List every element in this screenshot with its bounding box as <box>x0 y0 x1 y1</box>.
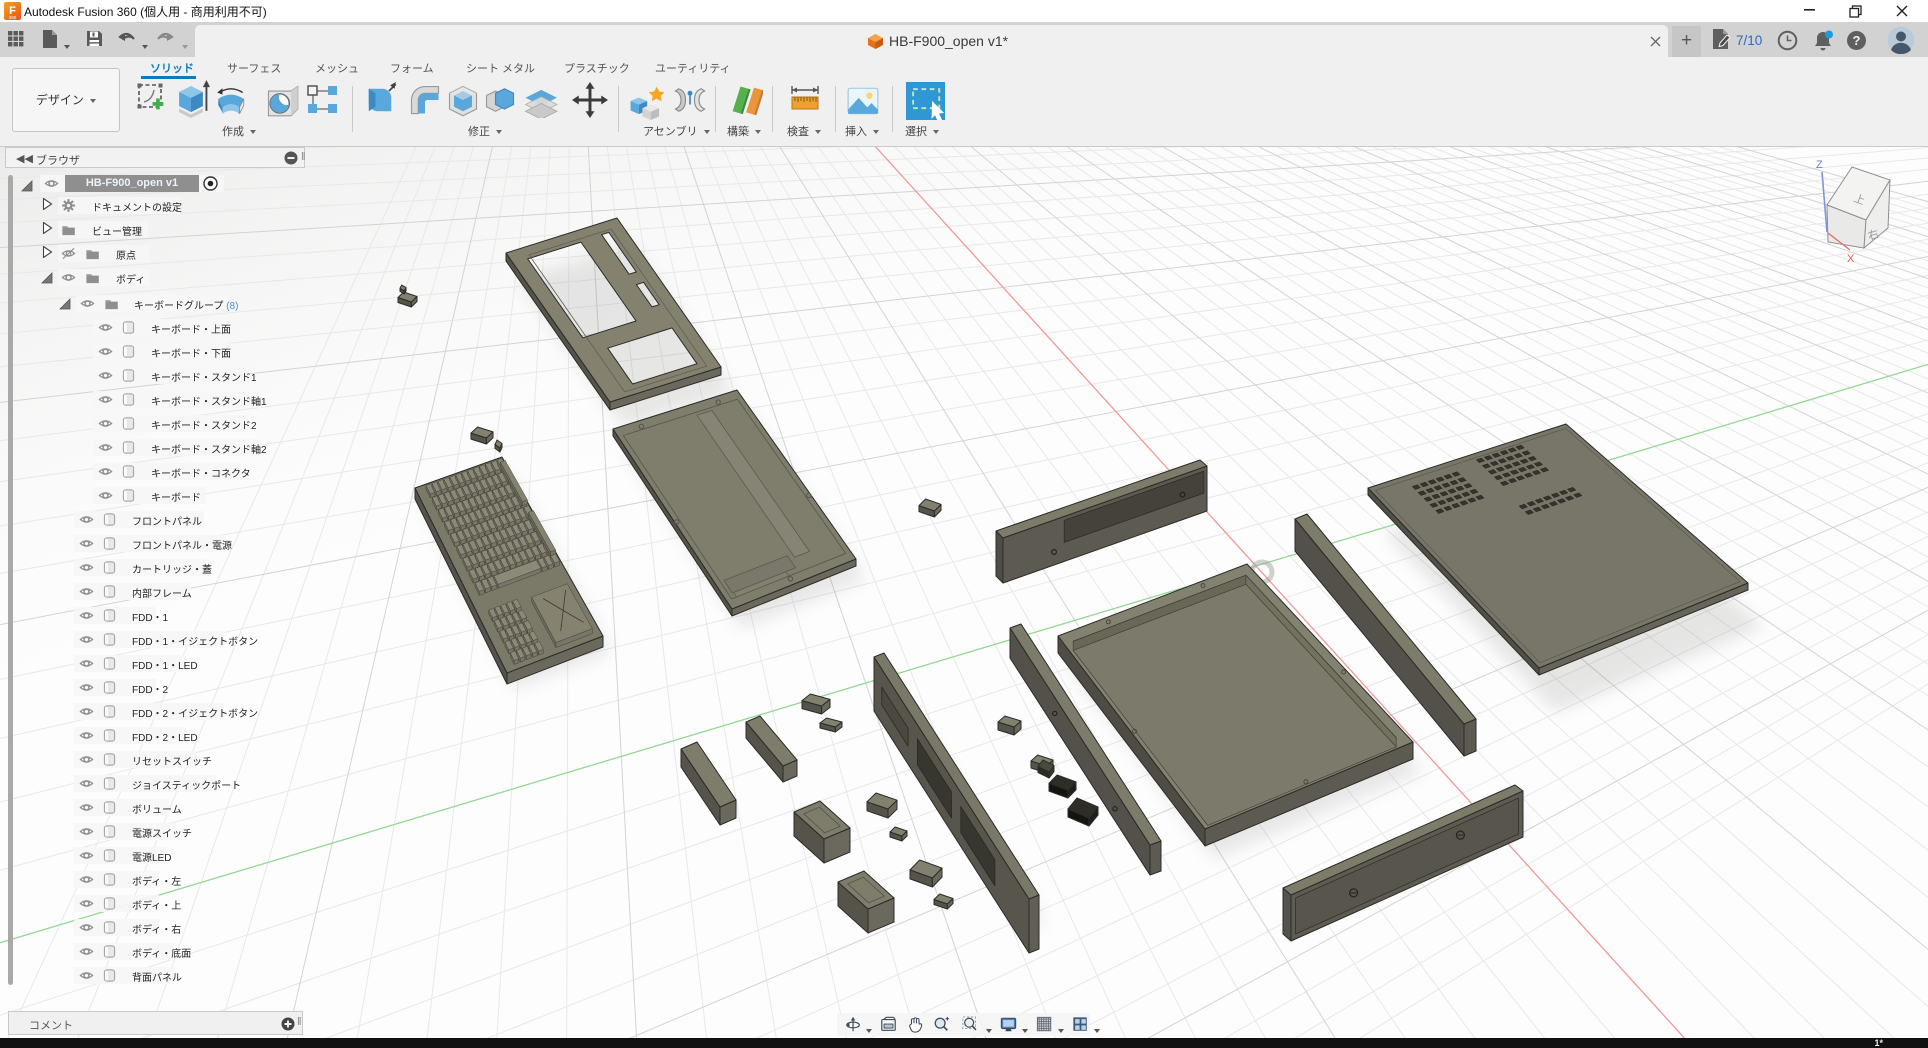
svg-text:360: 360 <box>9 15 17 20</box>
svg-text:X: X <box>1847 253 1855 265</box>
svg-text:?: ? <box>1853 33 1861 48</box>
svg-text:Z: Z <box>1816 159 1823 171</box>
